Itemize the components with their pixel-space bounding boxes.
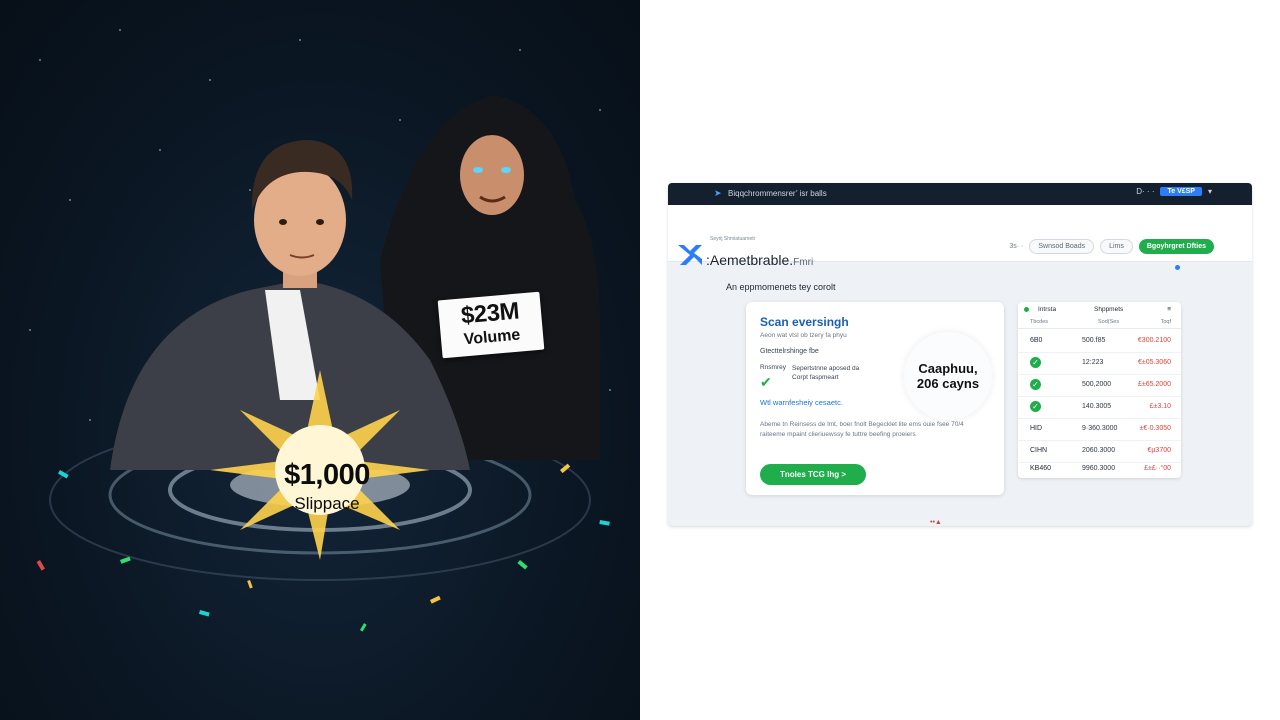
top-bar-meta: D· · · xyxy=(1136,187,1155,196)
status-dot-icon xyxy=(1024,307,1029,312)
table-subheader: Tbcdes Sod(Ses Toqf xyxy=(1018,316,1181,329)
sub-head-3: Toqf xyxy=(1160,319,1171,325)
card-paragraph: Abeme tn Reinsess de lmt, boer fnolt Beg… xyxy=(760,421,964,438)
card-subtitle: Aeon wat vtsl ob tzery fa phyu xyxy=(760,332,847,339)
logo-text[interactable]: :Aemetbrable.Fmri xyxy=(706,252,813,268)
card-link[interactable]: Wtl warnfesheiy cesaetc. xyxy=(760,398,843,407)
chevron-icon: ➤ xyxy=(714,188,722,198)
card-heading: Scan eversingh xyxy=(760,315,849,329)
navbar: Seyrij Shmiatuarnetr :Aemetbrable.Fmri 3… xyxy=(668,205,1252,268)
nav-primary-button[interactable]: Bgoyhrgret Dfties xyxy=(1138,239,1214,254)
stats-badge: Caaphuu, 206 cayns xyxy=(904,332,992,420)
row-value: 2060.3000 xyxy=(1082,447,1116,454)
check-circle-icon: ✓ xyxy=(1030,357,1041,368)
top-bar: ➤ Biqqchrommensrer’ isr balls D· · · Te … xyxy=(668,183,1252,205)
bottom-marker: ••▲ xyxy=(930,519,942,526)
top-bar-text: Biqqchrommensrer’ isr balls xyxy=(728,189,827,198)
sub-head-2: Sod(Ses xyxy=(1098,319,1120,325)
row-value: 500,2000 xyxy=(1082,381,1112,388)
table-row[interactable]: KB460 9960.3000 £±£··°00 xyxy=(1018,458,1181,480)
check-row: Rnsmrey ✔ Sepertstnne aposed da Corpt fa… xyxy=(760,364,872,390)
nav-ghost-button-2[interactable]: Lims xyxy=(1100,239,1133,254)
check-label-text: Rnsmrey xyxy=(760,364,787,371)
row-change: £±3.10 xyxy=(1149,403,1171,410)
logo-tagline: Seyrij Shmiatuarnetr xyxy=(710,236,756,242)
badge-line-2: 206 cayns xyxy=(916,376,980,391)
slippage-badge: $1,000 Slippace xyxy=(262,456,392,520)
check-circle-icon: ✓ xyxy=(1030,379,1041,390)
card-cta-button[interactable]: Tnoles TCG Ihg > xyxy=(760,464,866,485)
check-text: Sepertstnne aposed da Corpt faspmeart xyxy=(792,365,860,381)
check-icon: ✔ xyxy=(760,374,772,390)
volume-sign: $23M Volume xyxy=(437,291,545,359)
slippage-amount: $1,000 xyxy=(284,459,370,491)
row-label: HID xyxy=(1030,425,1043,432)
slippage-label: Slippace xyxy=(294,494,360,513)
hero-title: An eppmomenets tey corolt xyxy=(726,282,836,292)
table-row[interactable]: ✓ 12:223 €±05.3060 xyxy=(1018,352,1181,375)
scan-card: Scan eversingh Aeon wat vtsl ob tzery fa… xyxy=(746,302,1004,495)
nav-actions: 3s· · Swnsod Boads Lims Bgoyhrgret Dftie… xyxy=(1009,239,1214,254)
nav-link[interactable]: 3s· · xyxy=(1009,243,1023,250)
logo-name: :Aemetbrable. xyxy=(706,252,794,268)
row-change: ±€·0.3050 xyxy=(1139,425,1171,432)
check-label: Rnsmrey ✔ xyxy=(760,364,787,390)
row-label: CIHN xyxy=(1030,447,1048,454)
row-change: £±65.2000 xyxy=(1137,381,1171,388)
row-value: 9·360.3000 xyxy=(1082,425,1118,432)
card-line: Gtecttelrshinge fbe xyxy=(760,348,819,355)
table-header: Intrsta Shppmets ≡ xyxy=(1018,302,1181,316)
top-bar-button[interactable]: Te V£SP xyxy=(1160,187,1202,196)
row-change: €µ3700 xyxy=(1147,447,1172,454)
menu-icon[interactable]: ≡ xyxy=(1167,306,1171,313)
row-change: €300.2100 xyxy=(1137,337,1171,344)
hero-illustration: $23M Volume $1,000 Slippace xyxy=(0,0,640,720)
table-row[interactable]: ✓ 140.3005 £±3.10 xyxy=(1018,396,1181,419)
row-value: 9960.3000 xyxy=(1082,465,1116,472)
row-change: £±£··°00 xyxy=(1144,465,1171,472)
row-label: KB460 xyxy=(1030,465,1052,472)
row-value: 140.3005 xyxy=(1082,403,1112,410)
top-bar-right: D· · · Te V£SP ▾ xyxy=(1136,187,1212,196)
logo-suffix: Fmri xyxy=(793,257,814,268)
row-value: 500.f85 xyxy=(1082,337,1106,344)
table-row[interactable]: 6B0 500.f85 €300.2100 xyxy=(1018,330,1181,353)
nav-ghost-button-1[interactable]: Swnsod Boads xyxy=(1029,239,1095,254)
sub-head-1: Tbcdes xyxy=(1030,319,1049,325)
indicator-dot xyxy=(1175,265,1180,270)
illustration-scene xyxy=(29,29,611,632)
table-row[interactable]: HID 9·360.3000 ±€·0.3050 xyxy=(1018,418,1181,441)
row-change: €±05.3060 xyxy=(1137,359,1171,366)
table-row[interactable]: ✓ 500,2000 £±65.2000 xyxy=(1018,374,1181,397)
badge-line-1: Caaphuu, xyxy=(918,361,978,376)
website-mockup: ➤ Biqqchrommensrer’ isr balls D· · · Te … xyxy=(668,183,1252,526)
col-head-1: Intrsta xyxy=(1038,306,1057,313)
col-head-2: Shppmets xyxy=(1094,306,1124,313)
check-circle-icon: ✓ xyxy=(1030,401,1041,412)
logo-icon xyxy=(678,245,702,265)
row-label: 6B0 xyxy=(1030,337,1043,344)
dropdown-icon[interactable]: ▾ xyxy=(1208,187,1212,196)
data-table: Intrsta Shppmets ≡ Tbcdes Sod(Ses Toqf 6… xyxy=(1018,302,1181,478)
row-value: 12:223 xyxy=(1082,359,1104,366)
